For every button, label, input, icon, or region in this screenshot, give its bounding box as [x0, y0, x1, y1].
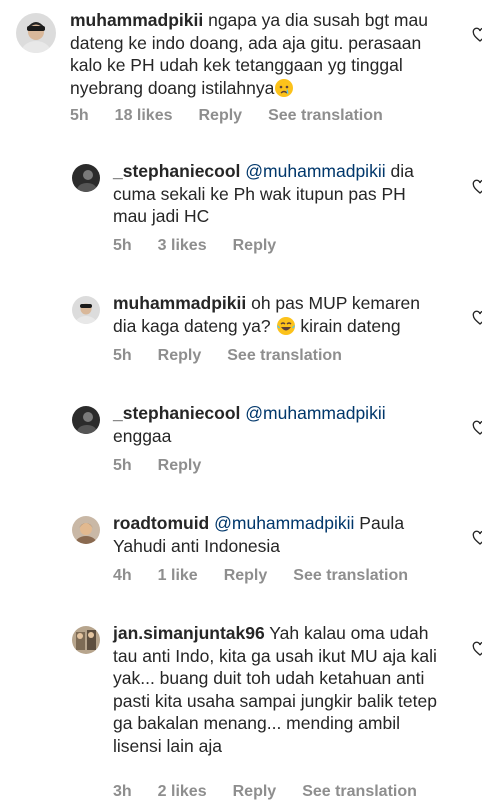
comment-time: 5h — [113, 347, 132, 364]
avatar-jansimanjuntak96[interactable] — [72, 626, 100, 654]
comment-body: muhammadpikii oh pas MUP kemaren dia kag… — [113, 292, 442, 337]
comment-username[interactable]: muhammadpikii — [70, 10, 203, 30]
comment-mention[interactable]: @muhammadpikii — [245, 161, 385, 181]
see-translation-button[interactable]: See translation — [268, 107, 383, 124]
comment-time: 5h — [113, 237, 132, 254]
reply-button[interactable]: Reply — [158, 347, 202, 364]
comment-mention[interactable]: @muhammadpikii — [245, 403, 385, 423]
comment-username[interactable]: jan.simanjuntak96 — [113, 623, 265, 643]
comment-meta: 5h 3 likes Reply — [113, 237, 302, 255]
comment-meta: 5h Reply See translation — [113, 347, 368, 365]
tears-of-joy-icon — [276, 316, 295, 335]
see-translation-button[interactable]: See translation — [293, 567, 408, 584]
heart-icon[interactable] — [472, 179, 482, 195]
heart-icon[interactable] — [472, 641, 482, 657]
comment-time: 5h — [70, 107, 89, 124]
comment-meta: 5h Reply — [113, 457, 227, 475]
avatar-stephaniecool[interactable] — [72, 406, 100, 434]
heart-icon[interactable] — [472, 27, 482, 43]
reply-button[interactable]: Reply — [224, 567, 268, 584]
comment-text: enggaa — [113, 425, 172, 446]
crying-face-icon — [275, 78, 294, 97]
comment-likes[interactable]: 3 likes — [158, 237, 207, 254]
reply-button[interactable]: Reply — [233, 237, 277, 254]
comment-time: 3h — [113, 783, 132, 800]
reply-button[interactable]: Reply — [158, 457, 202, 474]
comment-meta: 3h 2 likes Reply See translation — [113, 783, 443, 801]
comment-body: muhammadpikii ngapa ya dia susah bgt mau… — [70, 9, 442, 99]
see-translation-button[interactable]: See translation — [227, 347, 342, 364]
avatar-stephaniecool[interactable] — [72, 164, 100, 192]
comment-username[interactable]: roadtomuid — [113, 513, 209, 533]
comment-time: 4h — [113, 567, 132, 584]
comment-body: _stephaniecool @muhammadpikii dia cuma s… — [113, 160, 442, 228]
heart-icon[interactable] — [472, 530, 482, 546]
avatar-roadtomuid[interactable] — [72, 516, 100, 544]
comment-likes[interactable]: 1 like — [158, 567, 198, 584]
comment-username[interactable]: _stephaniecool — [113, 161, 240, 181]
comment-username[interactable]: muhammadpikii — [113, 293, 246, 313]
comment-username[interactable]: _stephaniecool — [113, 403, 240, 423]
comment-body: jan.simanjuntak96 Yah kalau oma udah tau… — [113, 622, 442, 757]
heart-icon[interactable] — [472, 420, 482, 436]
avatar-muhammadpikii[interactable] — [72, 296, 100, 324]
comment-body: roadtomuid @muhammadpikii Paula Yahudi a… — [113, 512, 442, 557]
comment-likes[interactable]: 18 likes — [115, 107, 173, 124]
reply-button[interactable]: Reply — [199, 107, 243, 124]
comment-text-tail: kirain dateng — [295, 315, 401, 336]
comment-mention[interactable]: @muhammadpikii — [214, 513, 354, 533]
reply-button[interactable]: Reply — [233, 783, 277, 800]
comment-meta: 5h 18 likes Reply See translation — [70, 107, 409, 125]
see-translation-button[interactable]: See translation — [302, 783, 417, 800]
comment-body: _stephaniecool @muhammadpikii enggaa — [113, 402, 442, 447]
comment-time: 5h — [113, 457, 132, 474]
comment-likes[interactable]: 2 likes — [158, 783, 207, 800]
comment-meta: 4h 1 like Reply See translation — [113, 567, 434, 585]
heart-icon[interactable] — [472, 310, 482, 326]
avatar-muhammadpikii[interactable] — [16, 13, 56, 53]
